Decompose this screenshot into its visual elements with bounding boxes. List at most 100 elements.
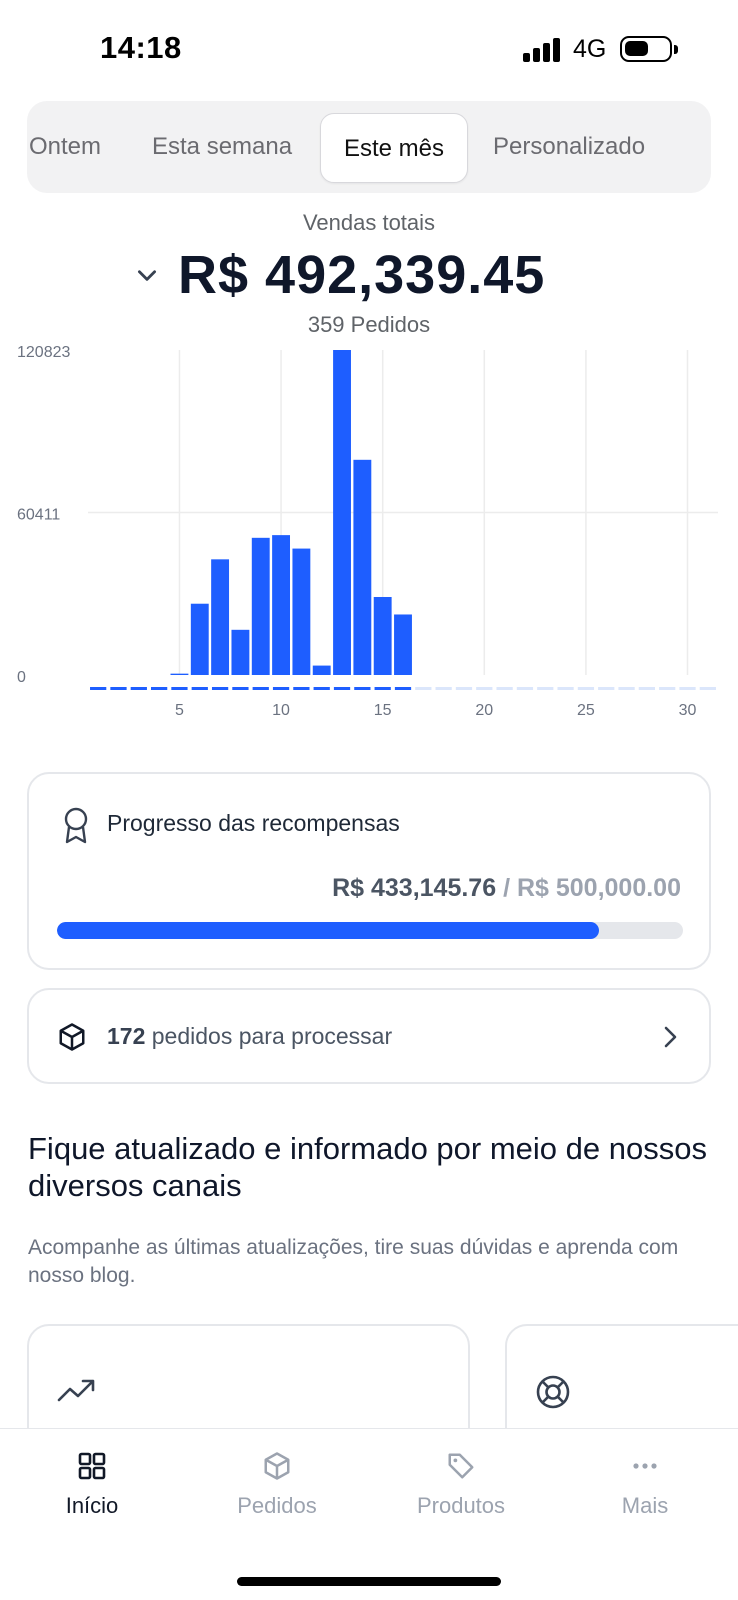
rewards-amounts: R$ 433,145.76 / R$ 500,000.00: [332, 874, 681, 903]
nav-home[interactable]: Início: [17, 1451, 167, 1519]
home-indicator: [237, 1577, 501, 1586]
chart-bar: [272, 535, 291, 675]
chart-x-tick-label: 30: [679, 702, 697, 719]
box-icon: [264, 1452, 290, 1480]
chart-day-dash: [598, 687, 615, 690]
nav-products[interactable]: Produtos: [386, 1451, 536, 1519]
chart-y-tick-label: 60411: [17, 507, 60, 524]
chart-day-dash: [354, 687, 371, 690]
grid-icon: [78, 1452, 106, 1480]
sales-label: Vendas totais: [302, 210, 436, 235]
nav-home-label: Início: [65, 1493, 119, 1518]
rewards-title: Progresso das recompensas: [107, 810, 400, 836]
period-tabs: Ontem Esta semana Este mês Personalizado: [27, 101, 711, 193]
award-icon: [64, 807, 88, 844]
network-type: 4G: [573, 35, 607, 63]
status-bar: 14:18 4G: [0, 0, 738, 96]
lifebuoy-icon: [536, 1375, 570, 1409]
chart-bar: [211, 559, 230, 675]
rewards-card[interactable]: Progresso das recompensas R$ 433,145.76 …: [27, 772, 711, 970]
chart-day-dash: [435, 687, 452, 690]
chart-x-tick-label: 15: [374, 702, 392, 719]
orders-to-process-count: 172: [107, 1023, 146, 1049]
chart-day-dash: [699, 687, 716, 690]
chart-bar: [190, 603, 209, 675]
rewards-current: R$ 433,145.76: [332, 874, 497, 902]
chart-x-tick-label: 10: [272, 702, 290, 719]
more-icon: [633, 1463, 657, 1469]
chart-day-dash: [90, 687, 107, 690]
chart-bar: [353, 459, 372, 675]
chart-day-dash: [110, 687, 127, 690]
chart-day-dash: [537, 687, 554, 690]
info-description: Acompanhe as últimas atualizações, tire …: [28, 1236, 679, 1287]
tab-yesterday[interactable]: Ontem: [29, 101, 101, 193]
rewards-goal: R$ 500,000.00: [516, 874, 681, 902]
nav-more[interactable]: Mais: [570, 1451, 720, 1519]
chevron-down-icon[interactable]: [134, 262, 160, 288]
chart-day-dash: [476, 687, 493, 690]
tag-icon: [448, 1453, 474, 1479]
chart-day-dash: [252, 687, 269, 690]
rewards-progress-fill: [57, 922, 600, 939]
chart-day-dash: [679, 687, 696, 690]
chart-x-tick-label: 25: [577, 702, 595, 719]
chart-day-dash: [618, 687, 635, 690]
chart-day-dash: [151, 687, 168, 690]
chart-day-dash: [333, 687, 351, 690]
tab-this-week[interactable]: Esta semana: [152, 101, 292, 193]
chart-bar: [373, 596, 392, 675]
info-title: Fique atualizado e informado por meio de…: [28, 1131, 707, 1203]
chart-bar: [251, 537, 270, 675]
tab-this-month[interactable]: Este mês: [320, 113, 468, 183]
chart-day-dash: [191, 687, 208, 690]
chart-bar: [170, 673, 189, 675]
signal-icon: [523, 38, 563, 62]
nav-orders[interactable]: Pedidos: [202, 1451, 352, 1519]
chart-y-tick-label: 0: [17, 669, 26, 686]
chart-day-dash: [394, 687, 412, 690]
chart-x-tick-label: 20: [475, 702, 493, 719]
chart-day-dash: [415, 687, 432, 690]
chart-day-dash: [516, 687, 534, 690]
chart-day-dash: [313, 687, 330, 690]
chevron-right-icon: [664, 1026, 677, 1048]
orders-count: 359 Pedidos: [307, 312, 431, 337]
chart-day-dash: [374, 687, 391, 690]
chart-x-tick-label: 5: [175, 702, 184, 719]
tab-custom[interactable]: Personalizado: [493, 101, 645, 193]
chart-day-dash: [272, 687, 290, 690]
chart-day-dash: [232, 687, 249, 690]
bottom-nav: Início Pedidos Produtos Mais: [0, 1428, 738, 1600]
box-icon: [59, 1023, 85, 1051]
chart-bar: [312, 665, 331, 675]
chart-day-dash: [211, 687, 229, 690]
sales-total-row[interactable]: R$ 492,339.45: [0, 244, 738, 312]
orders-to-process-text: 172 pedidos para processar: [107, 1023, 392, 1050]
rewards-progress-bar: [57, 922, 683, 939]
sales-amount: R$ 492,339.45: [178, 245, 546, 305]
chart-day-dash: [293, 687, 310, 690]
chart-bar: [333, 350, 351, 675]
sales-chart: 120823 60411 0 5 10 15 20 25 30: [17, 344, 718, 719]
rewards-separator: /: [496, 874, 517, 902]
orders-to-process-card[interactable]: 172 pedidos para processar: [27, 988, 711, 1084]
chart-bar: [231, 629, 250, 675]
chart-day-dash: [659, 687, 676, 690]
chart-day-dash: [496, 687, 513, 690]
chart-day-dash: [455, 687, 473, 690]
chart-bar: [394, 614, 412, 675]
trending-up-icon: [57, 1379, 95, 1402]
orders-to-process-label: pedidos para processar: [145, 1023, 393, 1049]
nav-orders-label: Pedidos: [237, 1493, 317, 1518]
nav-products-label: Produtos: [416, 1493, 506, 1518]
chart-bar: [292, 548, 311, 675]
chart-day-dash: [171, 687, 188, 690]
chart-day-dash: [130, 687, 147, 690]
nav-more-label: Mais: [621, 1493, 669, 1518]
chart-day-dash: [557, 687, 574, 690]
chart-y-tick-label: 120823: [17, 344, 70, 361]
chart-day-dash: [638, 687, 655, 690]
chart-day-dash: [577, 687, 595, 690]
battery-icon: [620, 36, 678, 62]
